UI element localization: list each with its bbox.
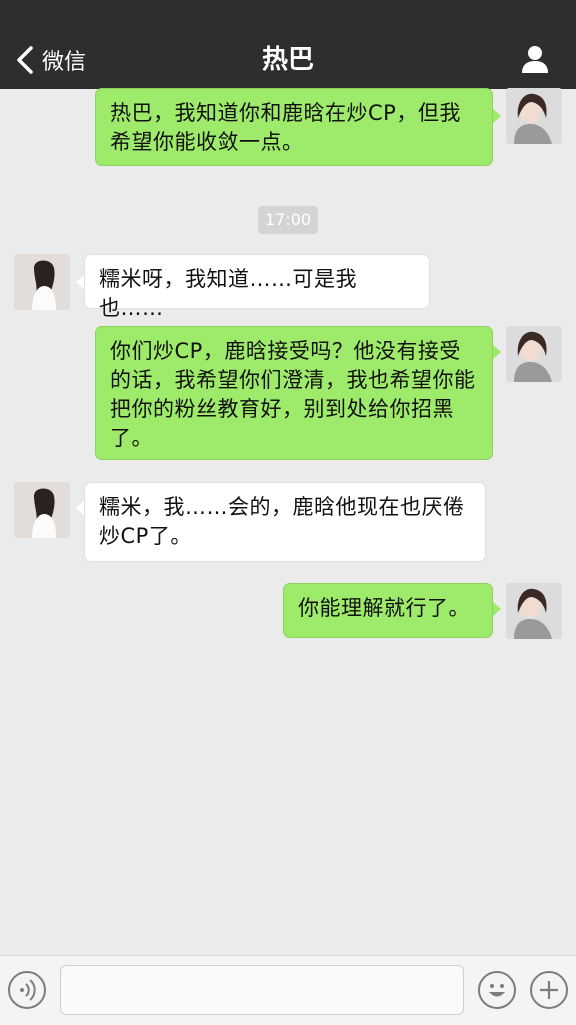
- chat-title: 热巴: [261, 45, 314, 75]
- contact-avatar[interactable]: [14, 482, 70, 538]
- input-bar: [0, 955, 576, 1025]
- message-bubble[interactable]: 糯米呀，我知道……可是我也……: [84, 254, 430, 320]
- voice-button[interactable]: [8, 971, 46, 1009]
- message-bubble[interactable]: 你能理解就行了。: [283, 583, 493, 638]
- emoji-button[interactable]: [478, 971, 516, 1009]
- contact-avatar[interactable]: [14, 254, 70, 310]
- plus-button[interactable]: [530, 971, 568, 1009]
- message-bubble[interactable]: 你们炒CP，鹿晗接受吗？他没有接受的话，我希望你们澄清，我也希望你能把你的粉丝教…: [95, 326, 493, 460]
- bubble-tail: [492, 108, 501, 124]
- my-avatar[interactable]: [506, 326, 562, 382]
- bubble-tail: [492, 344, 501, 360]
- voice-icon: [20, 979, 36, 1001]
- message-bubble[interactable]: 糯米，我……会的，鹿晗他现在也厌倦炒CP了。: [84, 482, 486, 562]
- plus-icon: [540, 981, 558, 999]
- profile-button[interactable]: [520, 44, 550, 74]
- timestamp: 17:00: [258, 206, 318, 234]
- message-bubble[interactable]: 热巴，我知道你和鹿晗在炒CP，但我希望你能收敛一点。: [95, 88, 493, 166]
- my-avatar[interactable]: [506, 583, 562, 639]
- person-icon: [522, 46, 548, 73]
- message-input[interactable]: [60, 965, 464, 1015]
- nav-bar: 微信 热巴: [0, 0, 576, 89]
- emoji-icon: [489, 984, 505, 997]
- bubble-tail: [492, 601, 501, 617]
- my-avatar[interactable]: [506, 88, 562, 144]
